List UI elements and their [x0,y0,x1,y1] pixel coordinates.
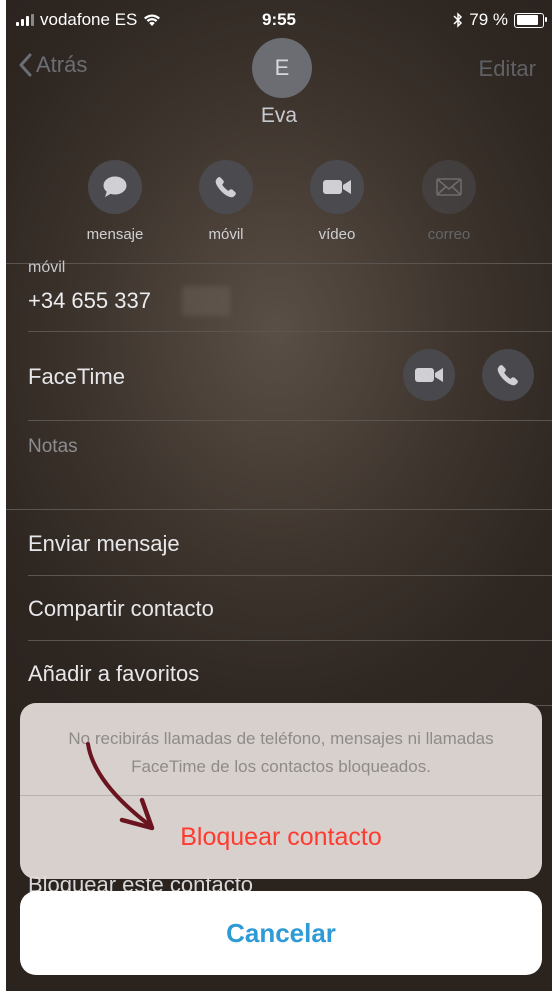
divider [28,331,552,332]
video-icon [323,180,351,194]
divider [6,263,552,264]
battery-icon [514,12,547,28]
annotation-arrow-icon [86,742,155,831]
phone-action-label: móvil [208,226,244,243]
divider [28,640,552,641]
phone-icon [215,177,236,198]
phone-icon [497,365,518,386]
phone-label: móvil [28,259,66,276]
divider [28,575,552,576]
edit-button[interactable]: Editar [479,56,536,82]
facetime-label: FaceTime [28,364,125,389]
status-bar: vodafone ES 9:55 79 % [6,0,552,40]
mail-action[interactable]: correo [404,160,494,243]
back-button[interactable]: Atrás [18,52,87,78]
cancel-button[interactable]: Cancelar [20,891,542,975]
avatar: E [252,38,312,98]
redacted-digits [182,286,230,316]
phone-number[interactable]: +34 655 337 [28,288,151,314]
contact-name: Eva [260,104,298,127]
facetime-video-button[interactable] [403,349,455,401]
back-label: Atrás [36,52,88,77]
message-icon [103,176,127,197]
share-contact-row[interactable]: Compartir contacto [28,596,214,622]
quick-actions: mensaje móvil vídeo correo [76,160,476,250]
chevron-left-icon [19,53,32,77]
mail-icon [436,178,462,196]
facetime-audio-button[interactable] [482,349,534,401]
send-message-row[interactable]: Enviar mensaje [28,531,180,557]
divider [28,420,552,421]
phone-action[interactable]: móvil [181,160,271,243]
bluetooth-icon [453,12,463,28]
video-action[interactable]: vídeo [292,160,382,243]
video-icon [415,368,443,382]
message-action-label: mensaje [86,226,144,243]
notes-label[interactable]: Notas [28,436,78,458]
add-favorites-row[interactable]: Añadir a favoritos [28,661,199,687]
mail-action-label: correo [427,226,471,243]
avatar-initial: E [274,55,290,80]
divider [6,509,552,510]
screen: vodafone ES 9:55 79 % Atrás Editar E Eva [6,0,552,991]
video-action-label: vídeo [318,226,356,243]
message-action[interactable]: mensaje [70,160,160,243]
battery-percent: 79 % [469,10,508,29]
